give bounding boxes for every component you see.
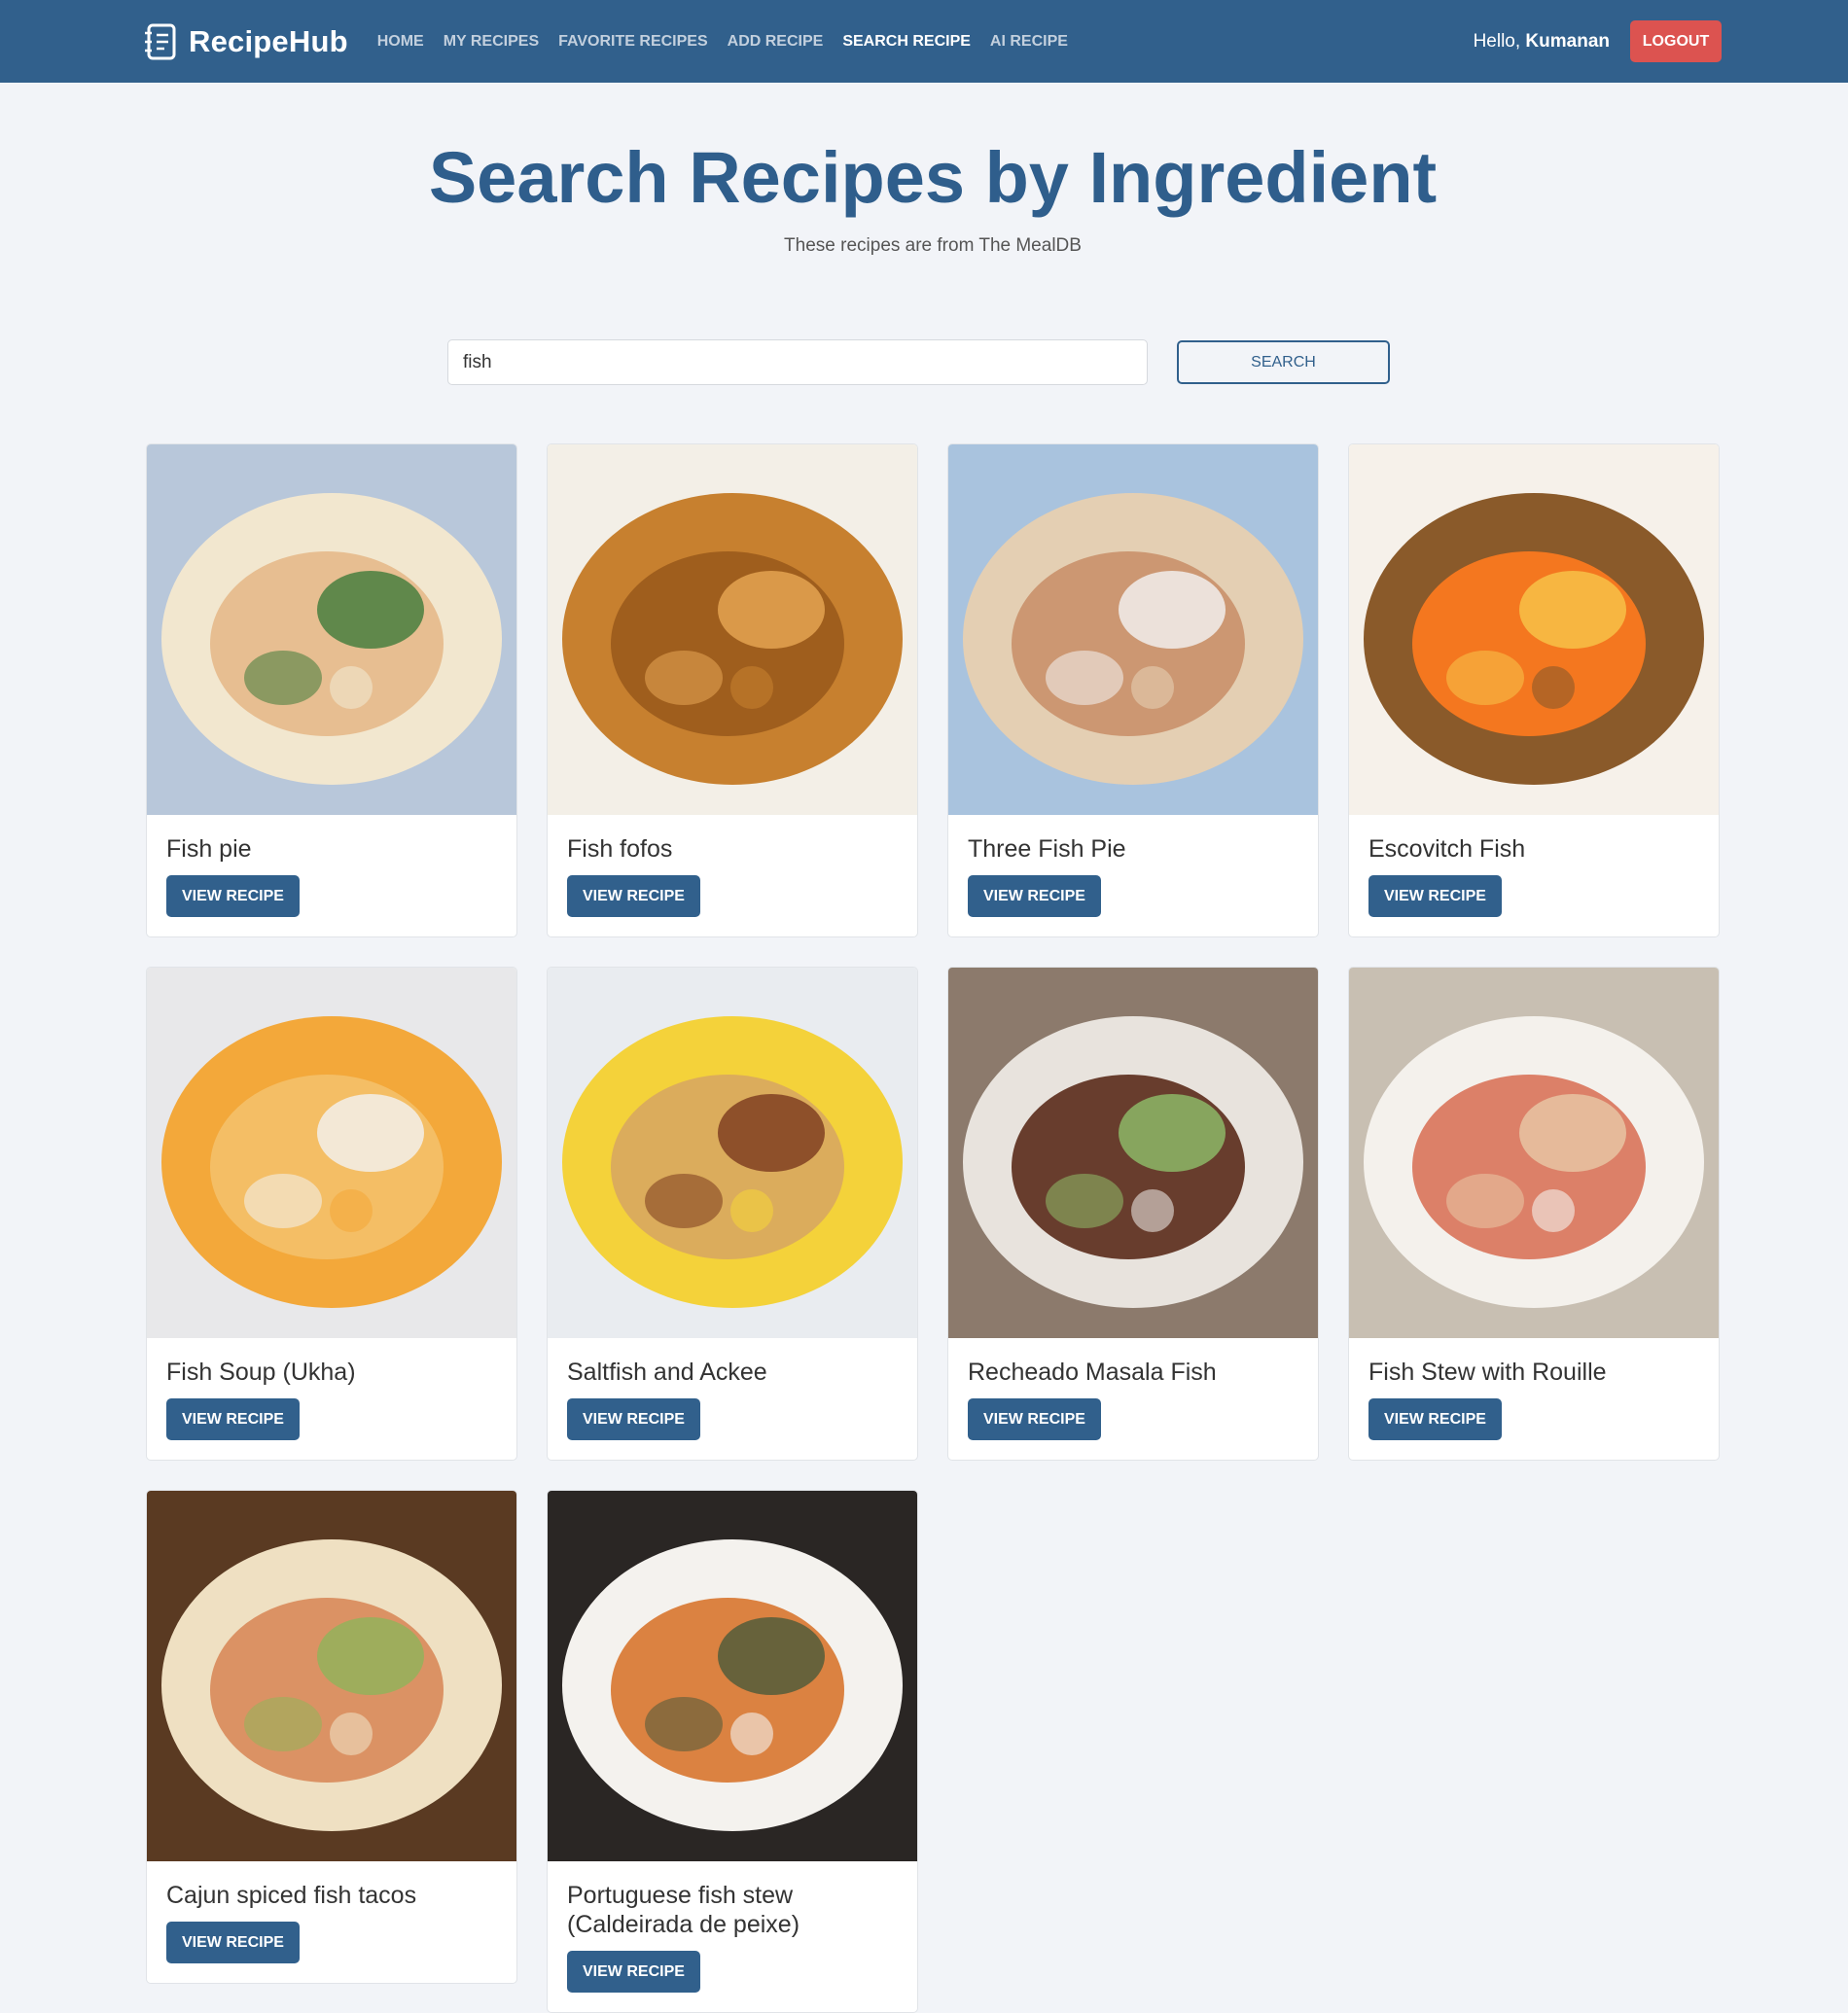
recipe-card: Fish Soup (Ukha) VIEW RECIPE	[146, 967, 517, 1461]
recipe-card-body: Saltfish and Ackee VIEW RECIPE	[548, 1338, 917, 1460]
recipe-photo-placeholder	[147, 1491, 516, 1861]
recipe-card-body: Fish Stew with Rouille VIEW RECIPE	[1349, 1338, 1719, 1460]
recipe-image[interactable]	[147, 968, 516, 1338]
recipe-card-body: Fish pie VIEW RECIPE	[147, 815, 516, 936]
recipe-photo-placeholder	[948, 968, 1318, 1338]
recipe-title: Fish fofos	[567, 835, 673, 863]
user-greeting: Hello, Kumanan	[1474, 31, 1610, 53]
recipe-card: Three Fish Pie VIEW RECIPE	[947, 443, 1319, 937]
recipe-title: Fish Stew with Rouille	[1368, 1359, 1607, 1386]
view-recipe-button[interactable]: VIEW RECIPE	[166, 1398, 300, 1440]
recipe-image[interactable]	[548, 968, 917, 1338]
recipe-card-body: Cajun spiced fish tacos VIEW RECIPE	[147, 1861, 516, 1983]
recipe-title: Recheado Masala Fish	[968, 1359, 1217, 1386]
recipe-card: Fish pie VIEW RECIPE	[146, 443, 517, 937]
greeting-prefix: Hello,	[1473, 30, 1526, 52]
nav-link-add-recipe[interactable]: ADD RECIPE	[728, 33, 824, 51]
recipe-card-body: Three Fish Pie VIEW RECIPE	[948, 815, 1318, 936]
view-recipe-button[interactable]: VIEW RECIPE	[166, 1922, 300, 1963]
recipe-title: Fish Soup (Ukha)	[166, 1359, 356, 1386]
recipe-image[interactable]	[147, 1491, 516, 1861]
recipe-photo-placeholder	[147, 968, 516, 1338]
user-area: Hello, Kumanan LOGOUT	[1474, 20, 1722, 62]
recipe-results-grid: Fish pie VIEW RECIPE Fish fofos VIEW RECIPE…	[146, 443, 1720, 2013]
page-subtitle: These recipes are from The MealDB	[784, 235, 1082, 256]
nav-link-favorite-recipes[interactable]: FAVORITE RECIPES	[558, 33, 708, 51]
recipe-card-body: Fish Soup (Ukha) VIEW RECIPE	[147, 1338, 516, 1460]
recipe-card: Cajun spiced fish tacos VIEW RECIPE	[146, 1490, 517, 1984]
user-name: Kumanan	[1525, 30, 1610, 52]
recipe-card-body: Escovitch Fish VIEW RECIPE	[1349, 815, 1719, 936]
recipe-card: Recheado Masala Fish VIEW RECIPE	[947, 967, 1319, 1461]
recipe-card: Fish Stew with Rouille VIEW RECIPE	[1348, 967, 1720, 1461]
recipe-photo-placeholder	[1349, 444, 1719, 815]
view-recipe-button[interactable]: VIEW RECIPE	[1368, 1398, 1502, 1440]
recipe-photo-placeholder	[548, 968, 917, 1338]
recipe-book-icon	[145, 23, 176, 59]
recipe-card-body: Fish fofos VIEW RECIPE	[548, 815, 917, 936]
nav-links: HOME MY RECIPES FAVORITE RECIPES ADD REC…	[377, 33, 1087, 51]
recipe-title: Saltfish and Ackee	[567, 1359, 767, 1386]
recipe-title: Fish pie	[166, 835, 252, 863]
view-recipe-button[interactable]: VIEW RECIPE	[968, 1398, 1101, 1440]
nav-link-search-recipe[interactable]: SEARCH RECIPE	[842, 33, 971, 51]
recipe-image[interactable]	[1349, 444, 1719, 815]
view-recipe-button[interactable]: VIEW RECIPE	[968, 875, 1101, 917]
recipe-image[interactable]	[548, 1491, 917, 1861]
recipe-photo-placeholder	[948, 444, 1318, 815]
view-recipe-button[interactable]: VIEW RECIPE	[1368, 875, 1502, 917]
brand-logo[interactable]: RecipeHub	[144, 23, 348, 60]
view-recipe-button[interactable]: VIEW RECIPE	[166, 875, 300, 917]
nav-link-home[interactable]: HOME	[377, 33, 424, 51]
recipe-card: Fish fofos VIEW RECIPE	[547, 443, 918, 937]
recipe-image[interactable]	[548, 444, 917, 815]
recipe-card-body: Portuguese fish stew (Caldeirada de peix…	[548, 1861, 917, 2012]
nav-link-my-recipes[interactable]: MY RECIPES	[444, 33, 539, 51]
recipe-image[interactable]	[147, 444, 516, 815]
recipe-card: Saltfish and Ackee VIEW RECIPE	[547, 967, 918, 1461]
logout-button[interactable]: LOGOUT	[1630, 20, 1722, 62]
brand-name: RecipeHub	[189, 23, 348, 58]
recipe-image[interactable]	[948, 968, 1318, 1338]
recipe-title: Cajun spiced fish tacos	[166, 1882, 417, 1909]
recipe-photo-placeholder	[1349, 968, 1719, 1338]
nav-link-ai-recipe[interactable]: AI RECIPE	[990, 33, 1068, 51]
recipe-card: Portuguese fish stew (Caldeirada de peix…	[547, 1490, 918, 2013]
recipe-title: Portuguese fish stew (Caldeirada de peix…	[567, 1882, 800, 1938]
recipe-image[interactable]	[1349, 968, 1719, 1338]
page-title: Search Recipes by Ingredient	[428, 137, 1438, 218]
search-button[interactable]: SEARCH	[1177, 340, 1390, 384]
view-recipe-button[interactable]: VIEW RECIPE	[567, 1398, 700, 1440]
recipe-card-body: Recheado Masala Fish VIEW RECIPE	[948, 1338, 1318, 1460]
recipe-card: Escovitch Fish VIEW RECIPE	[1348, 443, 1720, 937]
view-recipe-button[interactable]: VIEW RECIPE	[567, 1951, 700, 1993]
ingredient-search-input[interactable]	[447, 339, 1148, 385]
recipe-title: Three Fish Pie	[968, 835, 1126, 863]
recipe-photo-placeholder	[548, 1491, 917, 1861]
recipe-photo-placeholder	[147, 444, 516, 815]
recipe-title: Escovitch Fish	[1368, 835, 1526, 863]
top-navbar: RecipeHub HOME MY RECIPES FAVORITE RECIP…	[0, 0, 1848, 83]
recipe-image[interactable]	[948, 444, 1318, 815]
view-recipe-button[interactable]: VIEW RECIPE	[567, 875, 700, 917]
recipe-photo-placeholder	[548, 444, 917, 815]
